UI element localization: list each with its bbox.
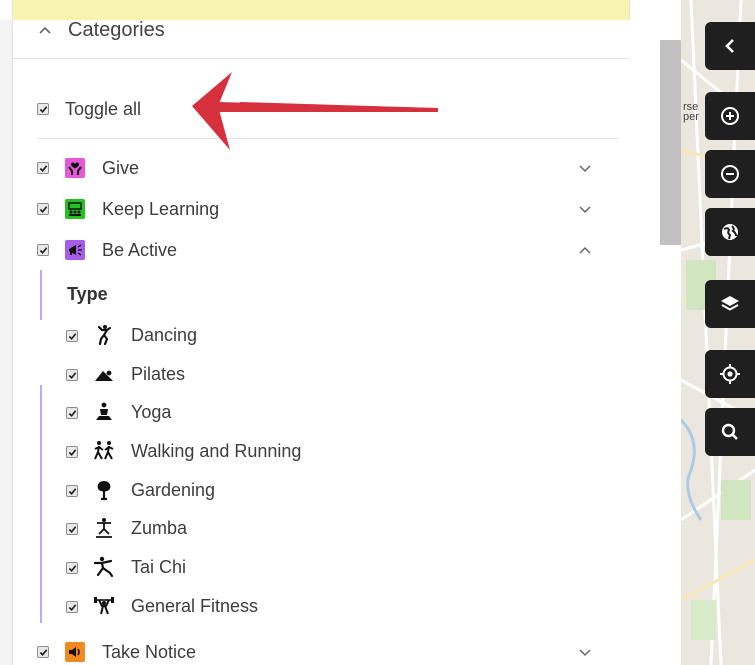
category-label-give[interactable]: Give [102,158,139,179]
globe-icon [722,224,738,240]
top-banner [13,0,629,20]
tai-chi-checkbox[interactable] [66,562,78,574]
chevron-down-icon[interactable] [579,645,591,660]
megaphone-icon [65,240,85,260]
subpanel-border [40,385,42,623]
locate-me-button[interactable] [705,350,755,398]
pilates-icon [93,363,115,385]
category-label-be-active[interactable]: Be Active [102,240,177,261]
type-label-zumba[interactable]: Zumba [131,518,187,539]
type-heading: Type [67,284,108,304]
chevron-left-icon [725,39,734,53]
zumba-checkbox[interactable] [66,523,78,535]
take-notice-checkbox[interactable] [37,646,49,658]
type-label-general-fitness[interactable]: General Fitness [131,596,258,617]
scrollbar-thumb[interactable] [660,40,681,245]
dancer-icon [93,324,115,346]
category-label-take-notice[interactable]: Take Notice [102,642,196,663]
map-search-button[interactable] [705,408,755,456]
gardening-icon [93,479,115,501]
type-label-tai-chi[interactable]: Tai Chi [131,557,186,578]
keep-learning-checkbox[interactable] [37,203,49,215]
speaker-icon [65,642,85,662]
weightlifting-icon [93,595,115,617]
zumba-icon [93,517,115,539]
yoga-icon [93,401,115,423]
chevron-down-icon[interactable] [579,161,591,176]
red-arrow-icon [192,72,438,150]
chevron-down-icon[interactable] [579,202,591,217]
gardening-checkbox[interactable] [66,485,78,497]
walking-running-icon [93,440,115,462]
toggle-all-checkbox[interactable] [37,103,49,115]
crosshair-icon [720,364,740,384]
layers-button[interactable] [705,280,755,328]
search-icon [721,423,738,440]
zoom-in-icon [721,107,739,125]
give-checkbox[interactable] [37,162,49,174]
tai-chi-icon [93,556,115,578]
be-active-checkbox[interactable] [37,244,49,256]
type-label-pilates[interactable]: Pilates [131,364,185,385]
map-place-label: per [683,111,699,123]
chevron-up-icon[interactable] [39,22,51,39]
type-label-yoga[interactable]: Yoga [131,402,171,423]
type-label-walking-running[interactable]: Walking and Running [131,441,301,462]
hands-heart-icon [65,158,85,178]
subpanel-border [40,270,42,320]
zoom-out-icon [721,165,739,183]
type-label-gardening[interactable]: Gardening [131,480,215,501]
left-edge [0,20,12,665]
collapse-panel-button[interactable] [705,22,755,70]
category-label-keep-learning[interactable]: Keep Learning [102,199,219,220]
walking-running-checkbox[interactable] [66,446,78,458]
classroom-icon [65,199,85,219]
chevron-up-icon[interactable] [579,243,591,258]
yoga-checkbox[interactable] [66,407,78,419]
zoom-in-button[interactable] [705,92,755,140]
toggle-all-label[interactable]: Toggle all [65,99,141,120]
type-label-dancing[interactable]: Dancing [131,325,197,346]
panel-title: Categories [68,19,165,41]
world-view-button[interactable] [705,208,755,256]
dancing-checkbox[interactable] [66,330,78,342]
layers-icon [721,296,739,311]
pilates-checkbox[interactable] [66,369,78,381]
general-fitness-checkbox[interactable] [66,601,78,613]
zoom-out-button[interactable] [705,150,755,198]
